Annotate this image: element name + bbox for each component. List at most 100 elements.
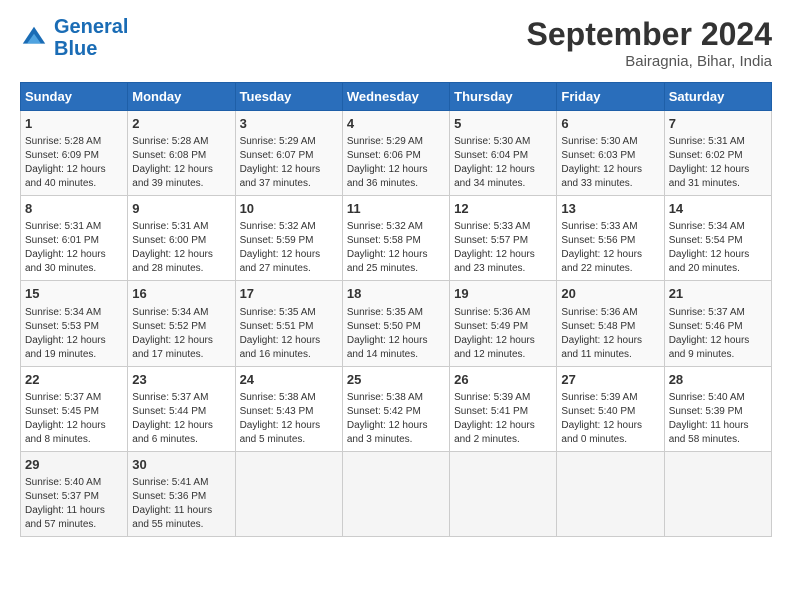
calendar-cell: 1 Sunrise: 5:28 AM Sunset: 6:09 PM Daylig… — [21, 111, 128, 196]
day-number: 10 — [240, 200, 338, 218]
day-info: Sunrise: 5:39 AM Sunset: 5:40 PM Dayligh… — [561, 391, 659, 447]
day-number: 1 — [25, 115, 123, 133]
calendar-cell: 12 Sunrise: 5:33 AM Sunset: 5:57 PM Dayli… — [450, 196, 557, 281]
calendar-cell — [557, 451, 664, 536]
calendar-cell — [235, 451, 342, 536]
calendar-cell: 26 Sunrise: 5:39 AM Sunset: 5:41 PM Dayli… — [450, 366, 557, 451]
calendar-cell: 20 Sunrise: 5:36 AM Sunset: 5:48 PM Dayli… — [557, 281, 664, 366]
day-number: 22 — [25, 371, 123, 389]
calendar-cell: 24Sunrise: 5:38 AM Sunset: 5:43 PM Dayli… — [235, 366, 342, 451]
day-number: 27 — [561, 371, 659, 389]
day-number: 16 — [132, 285, 230, 303]
calendar-cell: 21 Sunrise: 5:37 AM Sunset: 5:46 PM Dayli… — [664, 281, 771, 366]
day-info: Sunrise: 5:30 AM Sunset: 6:03 PM Dayligh… — [561, 135, 659, 191]
day-info: Sunrise: 5:29 AM Sunset: 6:07 PM Dayligh… — [240, 135, 338, 191]
day-info: Sunrise: 5:28 AM Sunset: 6:09 PM Dayligh… — [25, 135, 123, 191]
calendar-cell: 18 Sunrise: 5:35 AM Sunset: 5:50 PM Dayli… — [342, 281, 449, 366]
day-number: 19 — [454, 285, 552, 303]
day-info: Sunrise: 5:35 AM Sunset: 5:51 PM Dayligh… — [240, 306, 338, 362]
header-monday: Monday — [128, 83, 235, 111]
calendar-cell: 22 Sunrise: 5:37 AM Sunset: 5:45 PM Dayli… — [21, 366, 128, 451]
day-info: Sunrise: 5:40 AM Sunset: 5:37 PM Dayligh… — [25, 476, 123, 532]
day-number: 21 — [669, 285, 767, 303]
calendar-cell: 19 Sunrise: 5:36 AM Sunset: 5:49 PM Dayli… — [450, 281, 557, 366]
calendar-week-1: 1 Sunrise: 5:28 AM Sunset: 6:09 PM Daylig… — [21, 111, 772, 196]
day-number: 5 — [454, 115, 552, 133]
calendar-cell: 8 Sunrise: 5:31 AM Sunset: 6:01 PM Daylig… — [21, 196, 128, 281]
calendar-cell: 28 Sunrise: 5:40 AM Sunset: 5:39 PM Dayli… — [664, 366, 771, 451]
calendar-cell: 11Sunrise: 5:32 AM Sunset: 5:58 PM Dayli… — [342, 196, 449, 281]
calendar-week-4: 22 Sunrise: 5:37 AM Sunset: 5:45 PM Dayli… — [21, 366, 772, 451]
day-info: Sunrise: 5:34 AM Sunset: 5:54 PM Dayligh… — [669, 220, 767, 276]
header-thursday: Thursday — [450, 83, 557, 111]
day-info: Sunrise: 5:33 AM Sunset: 5:57 PM Dayligh… — [454, 220, 552, 276]
day-number: 25 — [347, 371, 445, 389]
day-number: 4 — [347, 115, 445, 133]
day-number: 20 — [561, 285, 659, 303]
location: Bairagnia, Bihar, India — [527, 53, 772, 70]
day-number: 26 — [454, 371, 552, 389]
title-block: September 2024 Bairagnia, Bihar, India — [527, 16, 772, 70]
day-info: Sunrise: 5:31 AM Sunset: 6:01 PM Dayligh… — [25, 220, 123, 276]
calendar-week-2: 8 Sunrise: 5:31 AM Sunset: 6:01 PM Daylig… — [21, 196, 772, 281]
day-number: 3 — [240, 115, 338, 133]
day-info: Sunrise: 5:34 AM Sunset: 5:52 PM Dayligh… — [132, 306, 230, 362]
calendar-cell: 4Sunrise: 5:29 AM Sunset: 6:06 PM Daylig… — [342, 111, 449, 196]
logo-line2: Blue — [54, 38, 128, 60]
calendar-cell: 29 Sunrise: 5:40 AM Sunset: 5:37 PM Dayli… — [21, 451, 128, 536]
day-number: 12 — [454, 200, 552, 218]
calendar-cell: 17 Sunrise: 5:35 AM Sunset: 5:51 PM Dayli… — [235, 281, 342, 366]
day-number: 6 — [561, 115, 659, 133]
day-info: Sunrise: 5:28 AM Sunset: 6:08 PM Dayligh… — [132, 135, 230, 191]
calendar-week-5: 29 Sunrise: 5:40 AM Sunset: 5:37 PM Dayli… — [21, 451, 772, 536]
header-sunday: Sunday — [21, 83, 128, 111]
day-info: Sunrise: 5:40 AM Sunset: 5:39 PM Dayligh… — [669, 391, 767, 447]
day-info: Sunrise: 5:35 AM Sunset: 5:50 PM Dayligh… — [347, 306, 445, 362]
calendar-cell: 25Sunrise: 5:38 AM Sunset: 5:42 PM Dayli… — [342, 366, 449, 451]
header-friday: Friday — [557, 83, 664, 111]
month-title: September 2024 — [527, 16, 772, 53]
day-number: 15 — [25, 285, 123, 303]
day-number: 8 — [25, 200, 123, 218]
calendar-table: SundayMondayTuesdayWednesdayThursdayFrid… — [20, 82, 772, 537]
calendar-cell: 30 Sunrise: 5:41 AM Sunset: 5:36 PM Dayli… — [128, 451, 235, 536]
calendar-cell: 5 Sunrise: 5:30 AM Sunset: 6:04 PM Daylig… — [450, 111, 557, 196]
day-info: Sunrise: 5:31 AM Sunset: 6:00 PM Dayligh… — [132, 220, 230, 276]
calendar-cell: 9 Sunrise: 5:31 AM Sunset: 6:00 PM Daylig… — [128, 196, 235, 281]
logo: General Blue — [20, 16, 128, 60]
day-number: 24 — [240, 371, 338, 389]
day-number: 7 — [669, 115, 767, 133]
calendar-cell: 23 Sunrise: 5:37 AM Sunset: 5:44 PM Dayli… — [128, 366, 235, 451]
day-number: 30 — [132, 456, 230, 474]
logo-text: General Blue — [54, 16, 128, 60]
logo-line1: General — [54, 16, 128, 38]
day-info: Sunrise: 5:36 AM Sunset: 5:48 PM Dayligh… — [561, 306, 659, 362]
calendar-cell: 15Sunrise: 5:34 AM Sunset: 5:53 PM Dayli… — [21, 281, 128, 366]
calendar-cell — [450, 451, 557, 536]
calendar-cell: 14Sunrise: 5:34 AM Sunset: 5:54 PM Dayli… — [664, 196, 771, 281]
day-info: Sunrise: 5:37 AM Sunset: 5:46 PM Dayligh… — [669, 306, 767, 362]
day-info: Sunrise: 5:36 AM Sunset: 5:49 PM Dayligh… — [454, 306, 552, 362]
day-number: 29 — [25, 456, 123, 474]
calendar-cell: 6 Sunrise: 5:30 AM Sunset: 6:03 PM Daylig… — [557, 111, 664, 196]
day-number: 11 — [347, 200, 445, 218]
day-number: 13 — [561, 200, 659, 218]
calendar-cell — [664, 451, 771, 536]
day-info: Sunrise: 5:39 AM Sunset: 5:41 PM Dayligh… — [454, 391, 552, 447]
calendar-header-row: SundayMondayTuesdayWednesdayThursdayFrid… — [21, 83, 772, 111]
day-number: 9 — [132, 200, 230, 218]
day-info: Sunrise: 5:41 AM Sunset: 5:36 PM Dayligh… — [132, 476, 230, 532]
day-info: Sunrise: 5:37 AM Sunset: 5:45 PM Dayligh… — [25, 391, 123, 447]
day-info: Sunrise: 5:30 AM Sunset: 6:04 PM Dayligh… — [454, 135, 552, 191]
day-info: Sunrise: 5:37 AM Sunset: 5:44 PM Dayligh… — [132, 391, 230, 447]
day-number: 17 — [240, 285, 338, 303]
day-number: 23 — [132, 371, 230, 389]
day-info: Sunrise: 5:33 AM Sunset: 5:56 PM Dayligh… — [561, 220, 659, 276]
day-number: 18 — [347, 285, 445, 303]
calendar-cell: 13 Sunrise: 5:33 AM Sunset: 5:56 PM Dayli… — [557, 196, 664, 281]
day-info: Sunrise: 5:32 AM Sunset: 5:59 PM Dayligh… — [240, 220, 338, 276]
calendar-cell: 27 Sunrise: 5:39 AM Sunset: 5:40 PM Dayli… — [557, 366, 664, 451]
header-tuesday: Tuesday — [235, 83, 342, 111]
calendar-cell: 10 Sunrise: 5:32 AM Sunset: 5:59 PM Dayli… — [235, 196, 342, 281]
day-number: 28 — [669, 371, 767, 389]
